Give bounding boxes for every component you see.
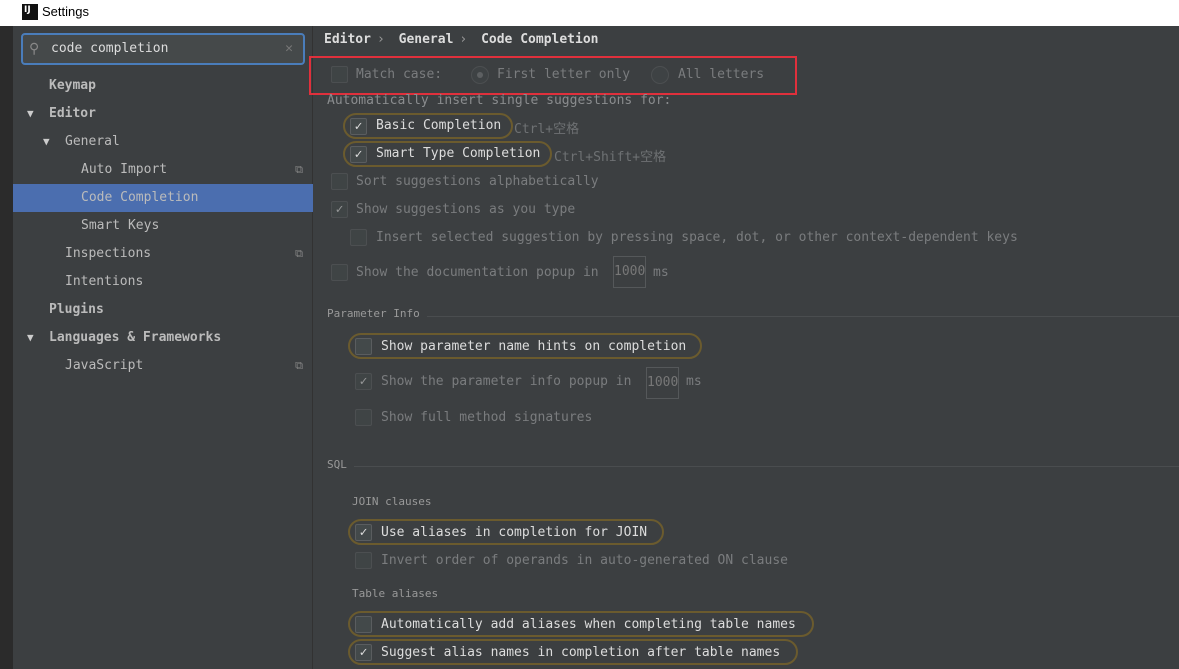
doc-popup-checkbox[interactable] <box>331 264 348 281</box>
window-title: Settings <box>42 4 89 19</box>
tree-label: JavaScript <box>65 358 144 373</box>
divider <box>427 316 1179 317</box>
tree-label: Intentions <box>65 274 144 289</box>
tree-item-javascript[interactable]: JavaScript ⧉ <box>13 352 313 380</box>
auto-insert-header: Automatically insert single suggestions … <box>327 93 672 108</box>
tree-item-inspections[interactable]: Inspections ⧉ <box>13 240 313 268</box>
match-case-label: Match case: <box>356 67 443 82</box>
basic-completion-shortcut: Ctrl+空格 <box>514 122 580 137</box>
section-parameter-info: Parameter Info <box>327 307 420 320</box>
breadcrumb: Editor › General › Code Completion <box>324 32 604 47</box>
info-popup-unit: ms <box>686 374 702 389</box>
doc-popup-unit: ms <box>653 265 669 280</box>
breadcrumb-item[interactable]: Editor <box>324 32 371 47</box>
tree-label: Code Completion <box>81 190 199 205</box>
full-signatures-label: Show full method signatures <box>381 410 593 425</box>
insert-selected-checkbox[interactable] <box>350 229 367 246</box>
search-input[interactable]: ⚲ code completion ✕ <box>21 33 305 65</box>
project-copy-icon: ⧉ <box>295 247 303 260</box>
radio-first-letter-label: First letter only <box>497 67 631 82</box>
tree-item-editor[interactable]: ▼ Editor <box>13 100 313 128</box>
show-as-type-label: Show suggestions as you type <box>356 202 576 217</box>
settings-content: Editor › General › Code Completion Match c… <box>309 26 1179 669</box>
settings-sidebar: ⚲ code completion ✕ Keymap ▼ Editor ▼ Gene… <box>13 26 313 669</box>
invert-operands-checkbox[interactable] <box>355 552 372 569</box>
tree-item-code-completion[interactable]: Code Completion <box>13 184 313 212</box>
tree-label: Editor <box>49 106 96 121</box>
expand-arrow-icon[interactable]: ▼ <box>43 128 50 156</box>
subsection-table-aliases: Table aliases <box>352 587 439 600</box>
search-value: code completion <box>51 41 169 56</box>
match-case-checkbox[interactable] <box>331 66 348 83</box>
full-signatures-checkbox[interactable] <box>355 409 372 426</box>
tree-item-plugins[interactable]: Plugins <box>13 296 313 324</box>
tree-item-languages-frameworks[interactable]: ▼ Languages & Frameworks <box>13 324 313 352</box>
project-copy-icon: ⧉ <box>295 359 303 372</box>
basic-completion-checkbox[interactable]: ✓ <box>350 118 367 135</box>
info-popup-checkbox[interactable]: ✓ <box>355 373 372 390</box>
title-bar: IJ Settings <box>0 0 1179 26</box>
tree-label: Plugins <box>49 302 104 317</box>
tree-item-general[interactable]: ▼ General <box>13 128 313 156</box>
doc-popup-delay-input[interactable]: 1000 <box>613 256 646 288</box>
smart-completion-shortcut: Ctrl+Shift+空格 <box>554 150 667 165</box>
section-sql: SQL <box>327 458 347 471</box>
background-window-strip <box>0 26 13 669</box>
name-hints-checkbox[interactable] <box>355 338 372 355</box>
radio-all-letters-label: All letters <box>678 67 765 82</box>
divider <box>354 466 1179 467</box>
use-aliases-label: Use aliases in completion for JOIN <box>381 525 648 540</box>
tree-item-keymap[interactable]: Keymap <box>13 72 313 100</box>
tree-label: General <box>65 134 120 149</box>
tree-item-auto-import[interactable]: Auto Import ⧉ <box>13 156 313 184</box>
radio-all-letters[interactable] <box>651 66 669 84</box>
tree-item-intentions[interactable]: Intentions <box>13 268 313 296</box>
tree-label: Languages & Frameworks <box>49 330 222 345</box>
radio-first-letter[interactable] <box>471 66 489 84</box>
info-popup-delay-input[interactable]: 1000 <box>646 367 679 399</box>
invert-operands-label: Invert order of operands in auto-generat… <box>381 553 788 568</box>
tree-label: Inspections <box>65 246 152 261</box>
doc-popup-label: Show the documentation popup in <box>356 265 599 280</box>
breadcrumb-separator: › <box>376 32 385 47</box>
suggest-alias-label: Suggest alias names in completion after … <box>381 645 781 660</box>
auto-add-aliases-label: Automatically add aliases when completin… <box>381 617 796 632</box>
subsection-join-clauses: JOIN clauses <box>352 495 432 508</box>
insert-selected-label: Insert selected suggestion by pressing s… <box>376 230 1018 245</box>
tree-label: Smart Keys <box>81 218 160 233</box>
sort-label: Sort suggestions alphabetically <box>356 174 599 189</box>
show-as-type-checkbox[interactable]: ✓ <box>331 201 348 218</box>
close-icon[interactable]: ✕ <box>285 41 293 56</box>
smart-completion-checkbox[interactable]: ✓ <box>350 146 367 163</box>
breadcrumb-separator: › <box>459 32 468 47</box>
expand-arrow-icon[interactable]: ▼ <box>27 100 34 128</box>
auto-add-aliases-checkbox[interactable] <box>355 616 372 633</box>
breadcrumb-item: Code Completion <box>481 32 599 47</box>
search-icon: ⚲ <box>29 41 40 57</box>
name-hints-label: Show parameter name hints on completion <box>381 339 687 354</box>
basic-completion-label: Basic Completion <box>376 118 502 133</box>
sort-checkbox[interactable] <box>331 173 348 190</box>
tree-label: Auto Import <box>81 162 168 177</box>
tree-item-smart-keys[interactable]: Smart Keys <box>13 212 313 240</box>
info-popup-label: Show the parameter info popup in <box>381 374 632 389</box>
use-aliases-checkbox[interactable]: ✓ <box>355 524 372 541</box>
project-copy-icon: ⧉ <box>295 163 303 176</box>
suggest-alias-checkbox[interactable]: ✓ <box>355 644 372 661</box>
app-logo-icon: IJ <box>22 4 38 20</box>
expand-arrow-icon[interactable]: ▼ <box>27 324 34 352</box>
breadcrumb-item[interactable]: General <box>399 32 454 47</box>
smart-completion-label: Smart Type Completion <box>376 146 541 161</box>
tree-label: Keymap <box>49 78 96 93</box>
